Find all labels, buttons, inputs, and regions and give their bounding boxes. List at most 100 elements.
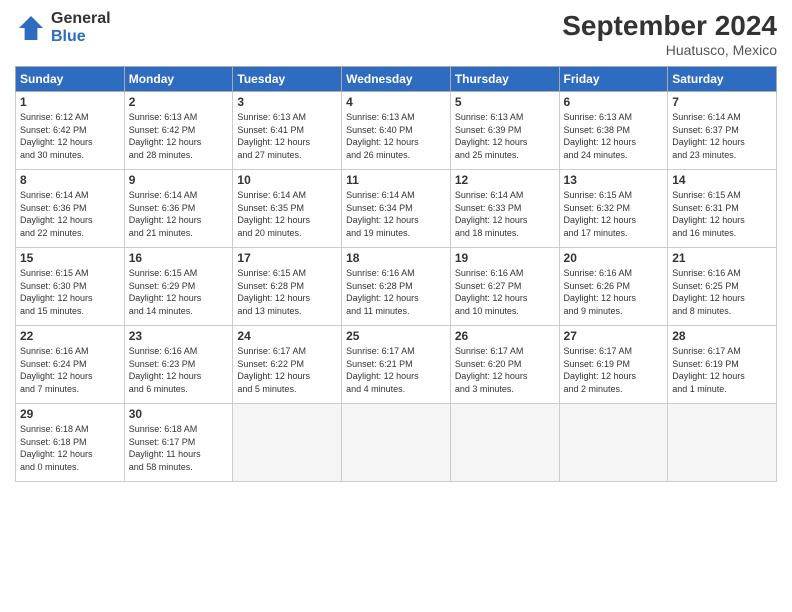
location: Huatusco, Mexico [562, 42, 777, 58]
cell-info: Sunrise: 6:14 AMSunset: 6:36 PMDaylight:… [20, 190, 93, 238]
day-number: 11 [346, 173, 446, 187]
day-number: 28 [672, 329, 772, 343]
day-number: 19 [455, 251, 555, 265]
cell-info: Sunrise: 6:16 AMSunset: 6:27 PMDaylight:… [455, 268, 528, 316]
cell-info: Sunrise: 6:16 AMSunset: 6:23 PMDaylight:… [129, 346, 202, 394]
day-number: 2 [129, 95, 229, 109]
cell-info: Sunrise: 6:17 AMSunset: 6:19 PMDaylight:… [564, 346, 637, 394]
day-number: 6 [564, 95, 664, 109]
calendar-cell: 1 Sunrise: 6:12 AMSunset: 6:42 PMDayligh… [16, 92, 125, 170]
day-number: 16 [129, 251, 229, 265]
calendar-cell: 30 Sunrise: 6:18 AMSunset: 6:17 PMDaylig… [124, 404, 233, 482]
cell-info: Sunrise: 6:12 AMSunset: 6:42 PMDaylight:… [20, 112, 93, 160]
calendar-cell: 11 Sunrise: 6:14 AMSunset: 6:34 PMDaylig… [342, 170, 451, 248]
calendar-cell: 17 Sunrise: 6:15 AMSunset: 6:28 PMDaylig… [233, 248, 342, 326]
cell-info: Sunrise: 6:15 AMSunset: 6:31 PMDaylight:… [672, 190, 745, 238]
cell-info: Sunrise: 6:16 AMSunset: 6:28 PMDaylight:… [346, 268, 419, 316]
day-number: 29 [20, 407, 120, 421]
cell-info: Sunrise: 6:17 AMSunset: 6:21 PMDaylight:… [346, 346, 419, 394]
calendar-cell: 3 Sunrise: 6:13 AMSunset: 6:41 PMDayligh… [233, 92, 342, 170]
calendar-cell: 8 Sunrise: 6:14 AMSunset: 6:36 PMDayligh… [16, 170, 125, 248]
calendar-table: Sunday Monday Tuesday Wednesday Thursday… [15, 66, 777, 482]
cell-info: Sunrise: 6:14 AMSunset: 6:34 PMDaylight:… [346, 190, 419, 238]
calendar-cell: 28 Sunrise: 6:17 AMSunset: 6:19 PMDaylig… [668, 326, 777, 404]
calendar-cell: 27 Sunrise: 6:17 AMSunset: 6:19 PMDaylig… [559, 326, 668, 404]
day-number: 27 [564, 329, 664, 343]
header-saturday: Saturday [668, 67, 777, 92]
day-number: 25 [346, 329, 446, 343]
calendar-cell: 21 Sunrise: 6:16 AMSunset: 6:25 PMDaylig… [668, 248, 777, 326]
title-block: September 2024 Huatusco, Mexico [562, 10, 777, 58]
calendar-cell: 2 Sunrise: 6:13 AMSunset: 6:42 PMDayligh… [124, 92, 233, 170]
calendar-cell: 22 Sunrise: 6:16 AMSunset: 6:24 PMDaylig… [16, 326, 125, 404]
cell-info: Sunrise: 6:17 AMSunset: 6:19 PMDaylight:… [672, 346, 745, 394]
weekday-header-row: Sunday Monday Tuesday Wednesday Thursday… [16, 67, 777, 92]
calendar-cell: 16 Sunrise: 6:15 AMSunset: 6:29 PMDaylig… [124, 248, 233, 326]
day-number: 10 [237, 173, 337, 187]
day-number: 7 [672, 95, 772, 109]
day-number: 8 [20, 173, 120, 187]
calendar-cell: 6 Sunrise: 6:13 AMSunset: 6:38 PMDayligh… [559, 92, 668, 170]
day-number: 15 [20, 251, 120, 265]
cell-info: Sunrise: 6:13 AMSunset: 6:41 PMDaylight:… [237, 112, 310, 160]
calendar-cell: 23 Sunrise: 6:16 AMSunset: 6:23 PMDaylig… [124, 326, 233, 404]
cell-info: Sunrise: 6:15 AMSunset: 6:32 PMDaylight:… [564, 190, 637, 238]
header-wednesday: Wednesday [342, 67, 451, 92]
calendar-cell: 14 Sunrise: 6:15 AMSunset: 6:31 PMDaylig… [668, 170, 777, 248]
cell-info: Sunrise: 6:18 AMSunset: 6:17 PMDaylight:… [129, 424, 201, 472]
cell-info: Sunrise: 6:14 AMSunset: 6:37 PMDaylight:… [672, 112, 745, 160]
logo: General Blue [15, 10, 111, 46]
calendar-cell: 9 Sunrise: 6:14 AMSunset: 6:36 PMDayligh… [124, 170, 233, 248]
day-number: 4 [346, 95, 446, 109]
day-number: 9 [129, 173, 229, 187]
day-number: 21 [672, 251, 772, 265]
day-number: 30 [129, 407, 229, 421]
logo-text: General Blue [51, 10, 111, 46]
calendar-cell: 4 Sunrise: 6:13 AMSunset: 6:40 PMDayligh… [342, 92, 451, 170]
cell-info: Sunrise: 6:14 AMSunset: 6:36 PMDaylight:… [129, 190, 202, 238]
day-number: 5 [455, 95, 555, 109]
header: General Blue September 2024 Huatusco, Me… [15, 10, 777, 58]
day-number: 23 [129, 329, 229, 343]
day-number: 3 [237, 95, 337, 109]
page: General Blue September 2024 Huatusco, Me… [0, 0, 792, 612]
header-friday: Friday [559, 67, 668, 92]
cell-info: Sunrise: 6:16 AMSunset: 6:24 PMDaylight:… [20, 346, 93, 394]
day-number: 12 [455, 173, 555, 187]
calendar-row-4: 22 Sunrise: 6:16 AMSunset: 6:24 PMDaylig… [16, 326, 777, 404]
calendar-row-2: 8 Sunrise: 6:14 AMSunset: 6:36 PMDayligh… [16, 170, 777, 248]
calendar-cell: 5 Sunrise: 6:13 AMSunset: 6:39 PMDayligh… [450, 92, 559, 170]
header-thursday: Thursday [450, 67, 559, 92]
day-number: 26 [455, 329, 555, 343]
header-monday: Monday [124, 67, 233, 92]
cell-info: Sunrise: 6:18 AMSunset: 6:18 PMDaylight:… [20, 424, 93, 472]
cell-info: Sunrise: 6:15 AMSunset: 6:29 PMDaylight:… [129, 268, 202, 316]
calendar-cell: 19 Sunrise: 6:16 AMSunset: 6:27 PMDaylig… [450, 248, 559, 326]
calendar-cell: 12 Sunrise: 6:14 AMSunset: 6:33 PMDaylig… [450, 170, 559, 248]
calendar-cell: 26 Sunrise: 6:17 AMSunset: 6:20 PMDaylig… [450, 326, 559, 404]
cell-info: Sunrise: 6:14 AMSunset: 6:33 PMDaylight:… [455, 190, 528, 238]
calendar-cell: 15 Sunrise: 6:15 AMSunset: 6:30 PMDaylig… [16, 248, 125, 326]
day-number: 13 [564, 173, 664, 187]
day-number: 22 [20, 329, 120, 343]
cell-info: Sunrise: 6:15 AMSunset: 6:30 PMDaylight:… [20, 268, 93, 316]
calendar-cell [450, 404, 559, 482]
calendar-cell [668, 404, 777, 482]
cell-info: Sunrise: 6:13 AMSunset: 6:39 PMDaylight:… [455, 112, 528, 160]
calendar-cell: 13 Sunrise: 6:15 AMSunset: 6:32 PMDaylig… [559, 170, 668, 248]
calendar-cell [342, 404, 451, 482]
calendar-row-1: 1 Sunrise: 6:12 AMSunset: 6:42 PMDayligh… [16, 92, 777, 170]
calendar-cell: 20 Sunrise: 6:16 AMSunset: 6:26 PMDaylig… [559, 248, 668, 326]
day-number: 1 [20, 95, 120, 109]
calendar-row-5: 29 Sunrise: 6:18 AMSunset: 6:18 PMDaylig… [16, 404, 777, 482]
logo-icon [15, 12, 47, 44]
month-title: September 2024 [562, 10, 777, 42]
header-tuesday: Tuesday [233, 67, 342, 92]
cell-info: Sunrise: 6:13 AMSunset: 6:40 PMDaylight:… [346, 112, 419, 160]
calendar-row-3: 15 Sunrise: 6:15 AMSunset: 6:30 PMDaylig… [16, 248, 777, 326]
calendar-cell: 7 Sunrise: 6:14 AMSunset: 6:37 PMDayligh… [668, 92, 777, 170]
calendar-cell [233, 404, 342, 482]
cell-info: Sunrise: 6:17 AMSunset: 6:22 PMDaylight:… [237, 346, 310, 394]
header-sunday: Sunday [16, 67, 125, 92]
day-number: 24 [237, 329, 337, 343]
